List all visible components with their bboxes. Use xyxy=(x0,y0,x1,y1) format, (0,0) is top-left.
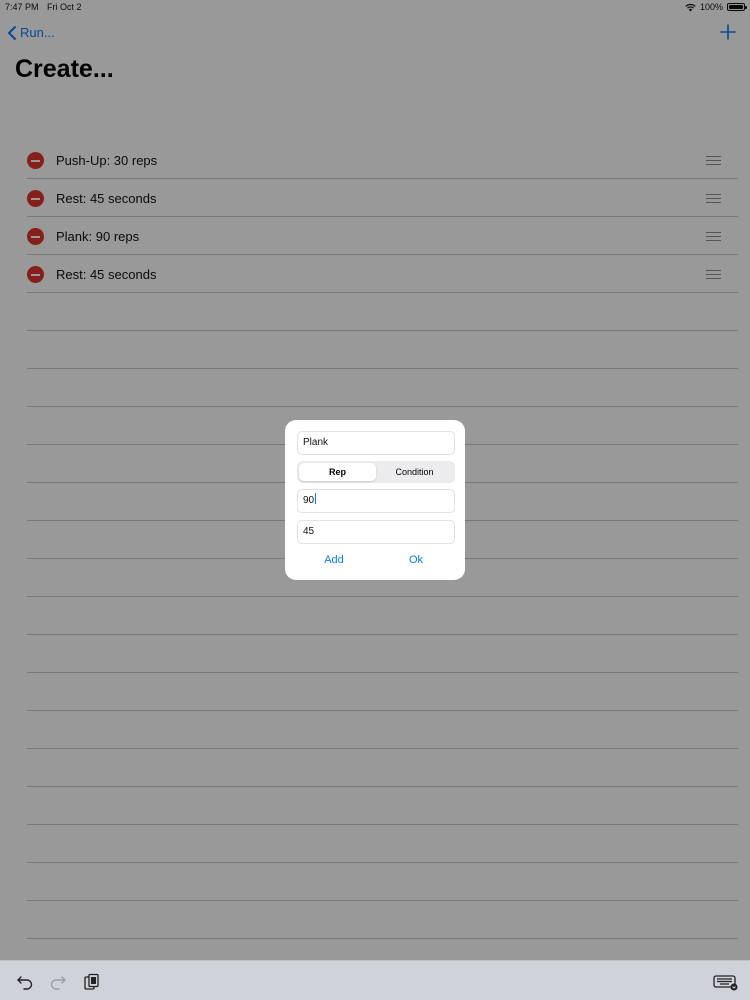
keyboard-icon[interactable] xyxy=(713,973,739,991)
keyboard-shortcut-bar xyxy=(0,960,750,1000)
segment-condition[interactable]: Condition xyxy=(376,463,453,481)
count-field[interactable]: 90 xyxy=(297,489,455,513)
count-value: 90 xyxy=(303,495,315,506)
paste-icon[interactable] xyxy=(82,973,100,991)
segment-rep[interactable]: Rep xyxy=(299,463,376,481)
text-caret xyxy=(315,493,317,504)
redo-icon[interactable] xyxy=(49,973,67,991)
undo-icon[interactable] xyxy=(16,973,34,991)
type-segmented-control[interactable]: Rep Condition xyxy=(297,461,455,483)
exercise-name-value: Plank xyxy=(303,437,329,448)
rest-value: 45 xyxy=(303,526,315,537)
rest-field[interactable]: 45 xyxy=(297,520,455,544)
exercise-name-field[interactable]: Plank xyxy=(297,431,455,455)
exercise-dialog: Plank Rep Condition 90 45 Add Ok xyxy=(285,420,465,580)
add-button[interactable]: Add xyxy=(294,554,374,566)
ok-button[interactable]: Ok xyxy=(376,554,456,566)
